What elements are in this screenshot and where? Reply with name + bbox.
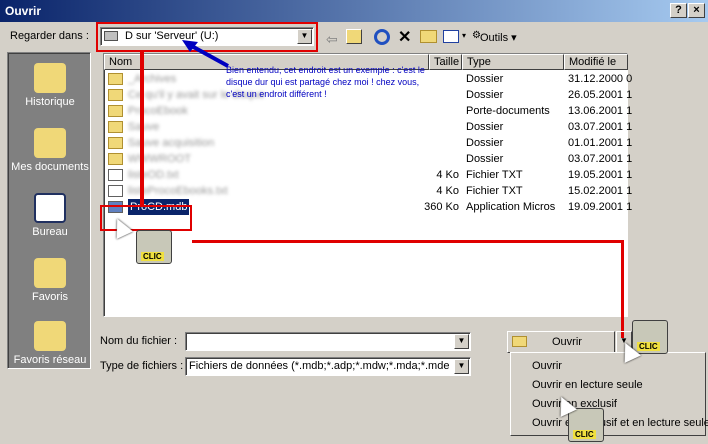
folder-icon [108,153,123,165]
place-historique[interactable]: Historique [8,63,92,108]
menu-ouvrir[interactable]: Ouvrir [532,360,562,372]
filename-label: Nom du fichier : [100,335,178,347]
file-size: 4 Ko [436,185,459,197]
file-type: Dossier [466,137,504,149]
new-folder-icon[interactable] [420,30,437,43]
file-row[interactable]: WWWROOT Dossier 03.07.2001 1 [104,151,633,167]
file-date: 31.12.2000 0 [568,73,633,85]
file-date: 01.01.2001 1 [568,137,633,149]
clic-mouse-icon: CLIC [568,408,604,442]
red-line-3 [621,240,624,338]
col-modified[interactable]: Modifié le [564,54,628,70]
file-row[interactable]: listeProcoEbooks.txt 4 Ko Fichier TXT 15.02… [104,183,633,199]
file-name: _Archives [128,73,177,85]
help-button[interactable]: ? [670,3,687,18]
file-date: 19.05.2001 1 [568,169,633,181]
file-row[interactable]: Sauve acquisition Dossier 01.01.2001 1 [104,135,633,151]
file-type: Porte-documents [466,105,550,117]
up-folder-icon[interactable] [346,29,362,44]
place-favoris[interactable]: Favoris [8,258,92,303]
clic-mouse-icon: CLIC [136,230,172,264]
folder-icon [108,73,123,85]
file-date: 15.02.2001 1 [568,185,633,197]
menu-ouvrir-lecture-seule[interactable]: Ouvrir en lecture seule [532,379,643,391]
places-bar: Historique Mes documents Bureau Favoris … [7,52,91,369]
open-folder-icon [512,336,527,347]
file-type: Fichier TXT [466,185,523,197]
place-mes-documents[interactable]: Mes documents [8,128,92,173]
chevron-down-icon[interactable]: ▼ [454,359,469,374]
file-type: Dossier [466,153,504,165]
callout-note: Bien entendu, cet endroit est un exemple… [226,65,425,99]
file-row[interactable]: ProcoEbook Porte-documents 13.06.2001 1 [104,103,633,119]
file-type: Application Micros [466,201,556,213]
network-folder-icon [34,321,66,351]
text-file-icon [108,169,123,181]
file-type: Dossier [466,89,504,101]
file-date: 13.06.2001 1 [568,105,633,117]
file-type: Dossier [466,73,504,85]
filename-input[interactable]: ▼ [185,332,471,351]
file-date: 19.09.2001 1 [568,201,633,213]
file-size: 4 Ko [436,169,459,181]
red-line-1 [140,52,144,206]
folder-icon [108,137,123,149]
history-icon [34,63,66,93]
filetype-select[interactable]: Fichiers de données (*.mdb;*.adp;*.mdw;*… [185,357,471,376]
filetype-label: Type de fichiers : [100,360,184,372]
folder-icon [108,105,123,117]
red-line-2 [192,240,624,243]
file-type: Dossier [466,121,504,133]
open-menu: Ouvrir Ouvrir en lecture seule Ouvrir en… [510,352,708,436]
back-icon[interactable]: ⇦ [326,31,338,48]
close-button[interactable]: × [688,3,705,18]
title-bar [0,0,708,22]
views-icon[interactable] [443,30,459,43]
folder-icon [108,121,123,133]
file-row[interactable]: SauveDossier03.07.2001 1 [104,119,633,135]
delete-icon[interactable]: ✕ [398,27,411,47]
lookin-label: Regarder dans : [10,30,89,42]
place-bureau[interactable]: Bureau [8,193,92,238]
tools-menu[interactable]: Outils ▾ [480,31,517,44]
file-row[interactable]: listeOD.txt 4 Ko Fichier TXT 19.05.2001 1 [104,167,633,183]
open-button[interactable]: Ouvrir [507,331,615,353]
place-favoris-reseau[interactable]: Favoris réseau [8,321,92,366]
menu-ouvrir-exclusif-lecture[interactable]: Ouvrir en exclusif et en lecture seule [532,417,708,429]
file-type: Fichier TXT [466,169,523,181]
desktop-icon [34,193,66,223]
file-name: WWWROOT [128,153,191,165]
col-type[interactable]: Type [462,54,564,70]
search-web-icon[interactable] [374,29,390,45]
file-name: listeOD.txt [128,169,179,181]
chevron-down-icon[interactable]: ▼ [454,334,469,349]
window-title: Ouvrir [5,4,42,18]
text-file-icon [108,185,123,197]
callout-arrow [182,40,229,68]
file-name: ProcoEbook [128,105,188,117]
folder-icon [34,128,66,158]
file-date: 26.05.2001 1 [568,89,633,101]
file-date: 03.07.2001 1 [568,121,633,133]
file-size: 360 Ko [424,201,459,213]
file-date: 03.07.2001 1 [568,153,633,165]
views-chevron-icon[interactable]: ▾ [462,31,466,40]
folder-icon [108,89,123,101]
star-folder-icon [34,258,66,288]
